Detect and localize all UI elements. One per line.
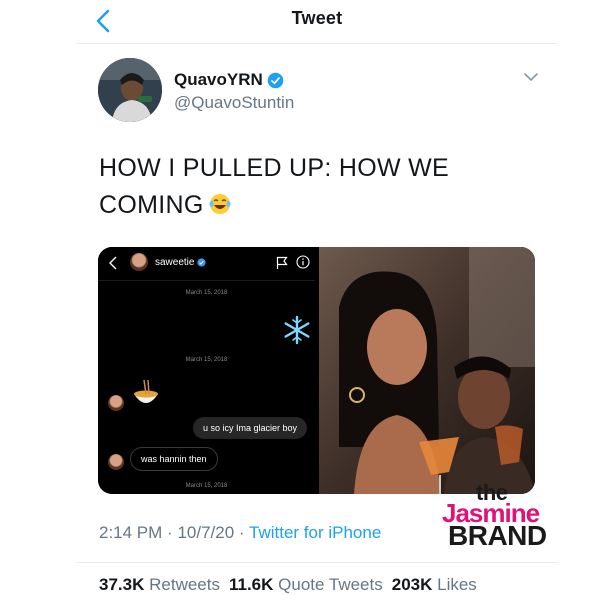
dm-date: March 15, 2018 bbox=[185, 483, 228, 489]
author-handle[interactable]: @QuavoStuntin bbox=[174, 93, 294, 113]
verified-badge-icon bbox=[267, 72, 284, 88]
quote-tweets-count: 11.6K bbox=[228, 575, 274, 594]
tweet-text: HOW I PULLED UP: HOW WE COMING bbox=[99, 150, 519, 224]
watermark-brand: BRAND bbox=[448, 520, 547, 551]
couple-photo[interactable] bbox=[319, 247, 535, 494]
tweet-media[interactable]: saweetie March 15, 2018 March 15, 2018 u… bbox=[98, 247, 535, 494]
author-name-row[interactable]: QuavoYRN bbox=[174, 70, 284, 90]
separator-dot: · bbox=[238, 523, 245, 542]
chevron-down-icon[interactable] bbox=[522, 70, 540, 84]
dm-message-in: was hannin then bbox=[130, 447, 218, 471]
quote-tweets-label: Quote Tweets bbox=[278, 575, 383, 594]
info-icon bbox=[296, 255, 310, 269]
tweet-time[interactable]: 2:14 PM bbox=[99, 523, 162, 542]
snowflake-icon bbox=[284, 315, 310, 345]
dm-screenshot[interactable]: saweetie March 15, 2018 March 15, 2018 u… bbox=[98, 247, 315, 494]
watermark-logo: the Jasmine BRAND bbox=[440, 480, 556, 551]
dm-date: March 15, 2018 bbox=[185, 290, 228, 296]
tweet-date[interactable]: 10/7/20 bbox=[177, 523, 234, 542]
quote-tweets-stat[interactable]: 11.6K Quote Tweets bbox=[229, 575, 383, 595]
page-title: Tweet bbox=[291, 8, 343, 28]
noodle-bowl-icon bbox=[134, 379, 158, 403]
avatar[interactable] bbox=[98, 58, 162, 122]
dm-username: saweetie bbox=[155, 257, 195, 268]
dm-sender-avatar bbox=[108, 454, 124, 470]
retweets-label: Retweets bbox=[149, 575, 220, 594]
tweet-body: HOW I PULLED UP: HOW WE COMING bbox=[99, 154, 449, 219]
flag-icon bbox=[276, 256, 288, 269]
dm-sender-avatar bbox=[108, 395, 124, 411]
likes-stat[interactable]: 203K Likes bbox=[392, 575, 477, 595]
dm-verified-icon bbox=[197, 258, 207, 267]
dm-header: saweetie bbox=[98, 247, 315, 281]
laughing-emoji-icon bbox=[209, 194, 231, 214]
engagement-stats: 37.3K Retweets 11.6K Quote Tweets 203K L… bbox=[99, 575, 477, 595]
dm-date: March 15, 2018 bbox=[185, 357, 228, 363]
retweets-count: 37.3K bbox=[99, 575, 145, 594]
likes-label: Likes bbox=[437, 575, 477, 594]
dm-back-icon bbox=[109, 256, 117, 270]
dm-username-row: saweetie bbox=[155, 257, 207, 268]
separator-dot: · bbox=[167, 523, 173, 542]
dm-message-out: u so icy Ima glacier boy bbox=[193, 417, 308, 439]
top-bar: Tweet bbox=[76, 0, 558, 44]
tweet-source-link[interactable]: Twitter for iPhone bbox=[249, 523, 381, 542]
dm-avatar bbox=[130, 253, 148, 271]
divider bbox=[76, 562, 558, 563]
tweet-timestamp: 2:14 PM · 10/7/20 · Twitter for iPhone bbox=[99, 523, 381, 543]
display-name[interactable]: QuavoYRN bbox=[174, 70, 263, 90]
likes-count: 203K bbox=[391, 575, 433, 594]
retweets-stat[interactable]: 37.3K Retweets bbox=[99, 575, 220, 595]
